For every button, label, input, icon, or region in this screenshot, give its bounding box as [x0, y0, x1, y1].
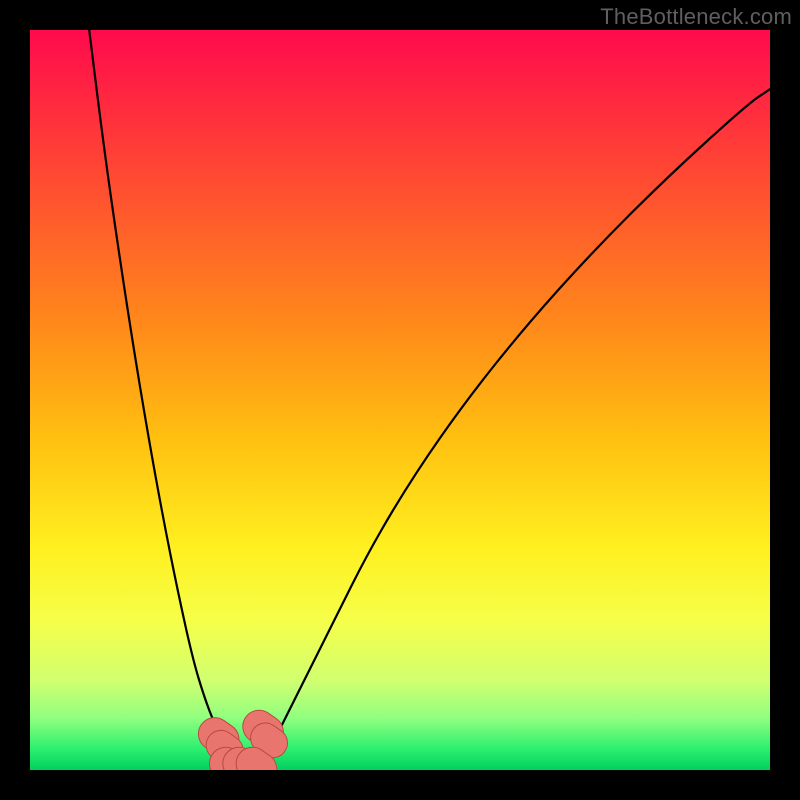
chart-svg [30, 30, 770, 770]
chart-frame: TheBottleneck.com [0, 0, 800, 800]
watermark-text: TheBottleneck.com [600, 4, 792, 30]
chart-plot-area [30, 30, 770, 770]
chart-background [30, 30, 770, 770]
